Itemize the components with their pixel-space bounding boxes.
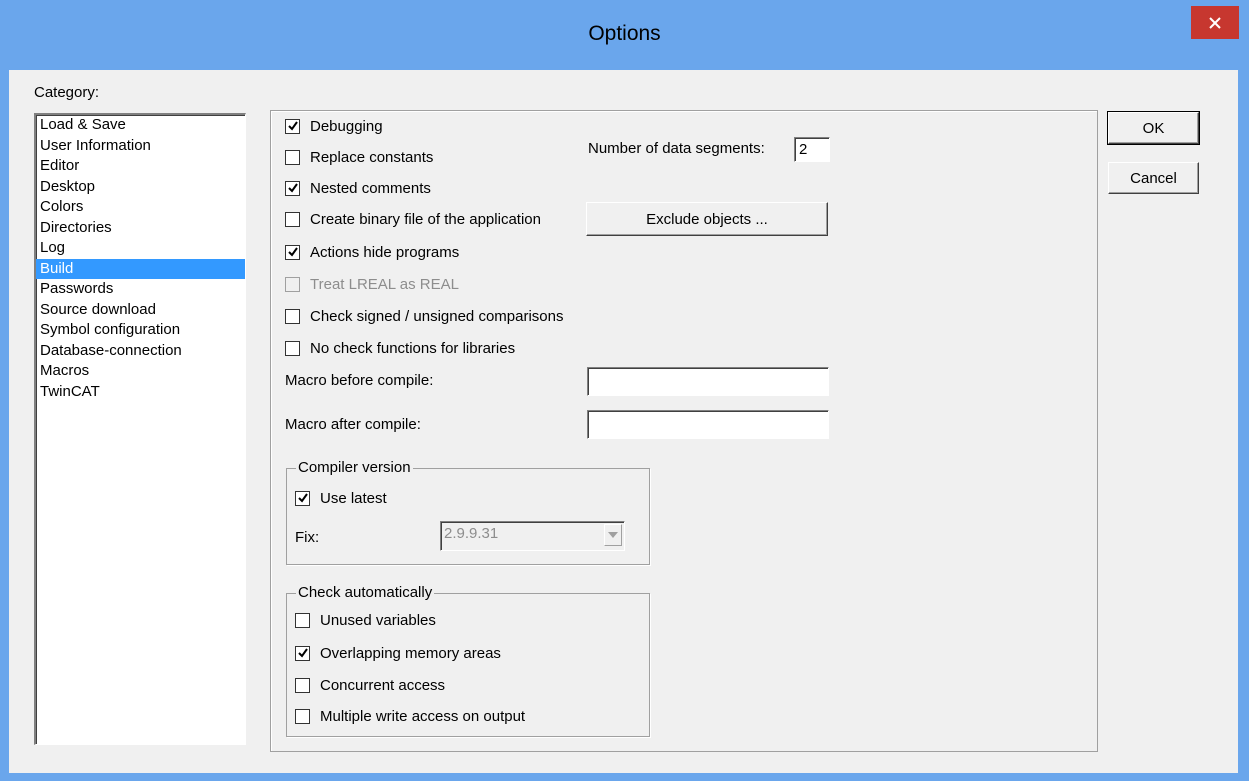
checkbox-box[interactable] xyxy=(285,308,300,324)
list-item[interactable]: Colors xyxy=(36,197,245,218)
close-icon xyxy=(1209,16,1221,29)
create-binary-checkbox[interactable]: Create binary file of the application xyxy=(285,209,541,229)
overlapping-memory-label: Overlapping memory areas xyxy=(320,644,501,662)
fix-label: Fix: xyxy=(295,529,320,546)
check-signed-checkbox[interactable]: Check signed / unsigned comparisons xyxy=(285,306,563,326)
window-title: Options xyxy=(588,22,661,45)
nested-comments-checkbox[interactable]: Nested comments xyxy=(285,178,431,198)
nested-comments-label: Nested comments xyxy=(310,179,431,197)
list-item[interactable]: User Information xyxy=(36,136,245,157)
list-item[interactable]: Desktop xyxy=(36,177,245,198)
macro-before-label: Macro before compile: xyxy=(285,372,434,389)
checkbox-box[interactable] xyxy=(285,118,300,134)
checkbox-box[interactable] xyxy=(285,149,300,165)
exclude-objects-button[interactable]: Exclude objects ... xyxy=(586,202,828,236)
title-bar[interactable]: Options xyxy=(0,0,1249,70)
data-segments-label: Number of data segments: xyxy=(588,140,765,157)
multiple-write-label: Multiple write access on output xyxy=(320,707,526,725)
checkmark-icon xyxy=(287,121,298,131)
category-list[interactable]: Load & Save User Information Editor Desk… xyxy=(34,113,246,745)
list-item-selected[interactable]: Build xyxy=(36,258,245,279)
data-segments-input[interactable] xyxy=(794,137,830,162)
replace-constants-label: Replace constants xyxy=(310,148,434,166)
checkbox-box[interactable] xyxy=(295,612,310,628)
checkmark-icon xyxy=(287,247,298,257)
close-button[interactable] xyxy=(1191,6,1239,39)
macro-before-input[interactable] xyxy=(587,367,829,396)
checkbox-box[interactable] xyxy=(285,211,300,227)
list-item[interactable]: Directories xyxy=(36,218,245,239)
debugging-checkbox[interactable]: Debugging xyxy=(285,116,383,136)
concurrent-access-label: Concurrent access xyxy=(320,676,446,694)
compiler-version-title: Compiler version xyxy=(296,459,413,476)
macro-after-label: Macro after compile: xyxy=(285,416,421,433)
multiple-write-checkbox[interactable]: Multiple write access on output xyxy=(295,706,525,726)
create-binary-label: Create binary file of the application xyxy=(310,210,541,228)
list-item[interactable]: TwinCAT xyxy=(36,382,245,403)
checkmark-icon xyxy=(287,183,298,193)
list-item[interactable]: Log xyxy=(36,238,245,259)
checkbox-box[interactable] xyxy=(295,708,310,724)
macro-after-input[interactable] xyxy=(587,410,829,439)
checkbox-box[interactable] xyxy=(285,244,300,260)
dialog-client-area: Category: Load & Save User Information E… xyxy=(9,70,1238,773)
concurrent-access-checkbox[interactable]: Concurrent access xyxy=(295,675,445,695)
checkbox-box[interactable] xyxy=(285,340,300,356)
list-item[interactable]: Source download xyxy=(36,300,245,321)
fix-version-value: 2.9.9.31 xyxy=(444,525,499,542)
checkmark-icon xyxy=(297,493,308,503)
fix-version-select: 2.9.9.31 xyxy=(440,521,625,551)
use-latest-label: Use latest xyxy=(320,489,387,507)
replace-constants-checkbox[interactable]: Replace constants xyxy=(285,147,433,167)
treat-lreal-checkbox: Treat LREAL as REAL xyxy=(285,274,459,294)
category-label: Category: xyxy=(34,84,100,101)
list-item[interactable]: Editor xyxy=(36,156,245,177)
checkbox-box[interactable] xyxy=(285,180,300,196)
no-check-functions-label: No check functions for libraries xyxy=(310,339,516,357)
actions-hide-label: Actions hide programs xyxy=(310,243,460,261)
dropdown-button xyxy=(604,524,622,546)
check-automatically-title: Check automatically xyxy=(296,584,435,601)
actions-hide-checkbox[interactable]: Actions hide programs xyxy=(285,242,459,262)
ok-button[interactable]: OK xyxy=(1107,111,1200,145)
chevron-down-icon xyxy=(608,532,618,538)
list-item[interactable]: Load & Save xyxy=(36,115,245,136)
unused-variables-checkbox[interactable]: Unused variables xyxy=(295,610,436,630)
checkbox-box[interactable] xyxy=(295,677,310,693)
use-latest-checkbox[interactable]: Use latest xyxy=(295,488,387,508)
checkbox-box-disabled xyxy=(285,276,300,292)
checkmark-icon xyxy=(297,648,308,658)
debugging-label: Debugging xyxy=(310,117,383,135)
overlapping-memory-checkbox[interactable]: Overlapping memory areas xyxy=(295,643,501,663)
checkbox-box[interactable] xyxy=(295,645,310,661)
cancel-button[interactable]: Cancel xyxy=(1108,162,1199,194)
checkbox-box[interactable] xyxy=(295,490,310,506)
list-item[interactable]: Passwords xyxy=(36,279,245,300)
unused-variables-label: Unused variables xyxy=(320,611,436,629)
list-item[interactable]: Macros xyxy=(36,361,245,382)
no-check-functions-checkbox[interactable]: No check functions for libraries xyxy=(285,338,515,358)
list-item[interactable]: Database-connection xyxy=(36,341,245,362)
check-signed-label: Check signed / unsigned comparisons xyxy=(310,307,564,325)
list-item[interactable]: Symbol configuration xyxy=(36,320,245,341)
treat-lreal-label: Treat LREAL as REAL xyxy=(310,275,459,293)
